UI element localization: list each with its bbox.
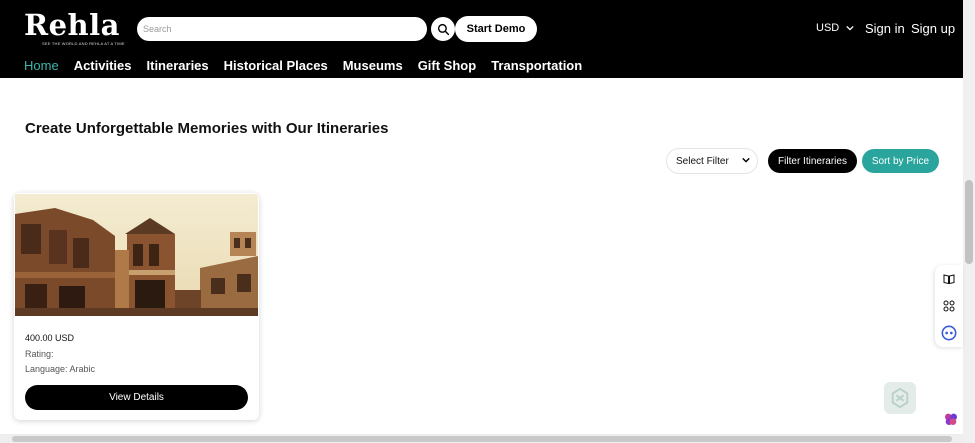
logo-text: Rehla xyxy=(24,8,120,42)
itinerary-rating: Rating: xyxy=(25,349,54,359)
filter-select-value: Select Filter xyxy=(676,155,729,167)
itinerary-price: 400.00 USD xyxy=(25,333,75,343)
nav-item-gift-shop[interactable]: Gift Shop xyxy=(418,58,477,73)
sign-in-link[interactable]: Sign in xyxy=(865,21,905,36)
header-bar: Rehla SEE THE WORLD AND REHLA AT A TIME … xyxy=(0,0,963,78)
vertical-scrollbar-thumb[interactable] xyxy=(965,180,973,264)
nav-item-activities[interactable]: Activities xyxy=(74,58,132,73)
nav-item-itineraries[interactable]: Itineraries xyxy=(147,58,209,73)
start-demo-button[interactable]: Start Demo xyxy=(455,16,537,42)
watermark-icon xyxy=(884,382,916,414)
nav-item-transportation[interactable]: Transportation xyxy=(491,58,582,73)
nav-item-museums[interactable]: Museums xyxy=(343,58,403,73)
itinerary-card: 400.00 USD Rating: Language: Arabic View… xyxy=(14,193,259,420)
sort-by-price-button[interactable]: Sort by Price xyxy=(862,149,939,173)
sign-up-link[interactable]: Sign up xyxy=(911,21,955,36)
currency-selector[interactable]: USD xyxy=(816,22,854,34)
currency-label: USD xyxy=(816,22,840,34)
view-details-button[interactable]: View Details xyxy=(25,385,248,410)
itinerary-language: Language: Arabic xyxy=(25,364,96,374)
nav-item-historical-places[interactable]: Historical Places xyxy=(224,58,328,73)
chevron-down-icon xyxy=(742,157,750,163)
book-button[interactable] xyxy=(935,267,963,291)
book-icon xyxy=(943,274,955,285)
page-title: Create Unforgettable Memories with Our I… xyxy=(25,120,389,137)
search-icon xyxy=(437,23,449,35)
logo[interactable]: Rehla SEE THE WORLD AND REHLA AT A TIME xyxy=(24,8,125,46)
grid-icon xyxy=(943,300,955,312)
side-tool-panel xyxy=(935,265,963,347)
horizontal-scrollbar-thumb[interactable] xyxy=(12,436,952,442)
brain-icon xyxy=(945,413,957,425)
logo-tagline: SEE THE WORLD AND REHLA AT A TIME xyxy=(42,41,125,46)
chevron-down-icon xyxy=(846,25,854,31)
main-nav: Home Activities Itineraries Historical P… xyxy=(24,58,582,73)
page: Rehla SEE THE WORLD AND REHLA AT A TIME … xyxy=(0,0,975,443)
filter-itineraries-button[interactable]: Filter Itineraries xyxy=(768,149,857,173)
brain-assistant-button[interactable] xyxy=(940,408,962,430)
nav-item-home[interactable]: Home xyxy=(24,58,59,73)
search-input[interactable] xyxy=(137,17,427,41)
chat-bot-icon xyxy=(941,325,957,341)
search-button[interactable] xyxy=(431,17,455,41)
chat-bot-button[interactable] xyxy=(935,321,963,345)
itinerary-image xyxy=(15,194,258,316)
grid-button[interactable] xyxy=(935,294,963,318)
filter-select[interactable]: Select Filter xyxy=(666,148,758,174)
